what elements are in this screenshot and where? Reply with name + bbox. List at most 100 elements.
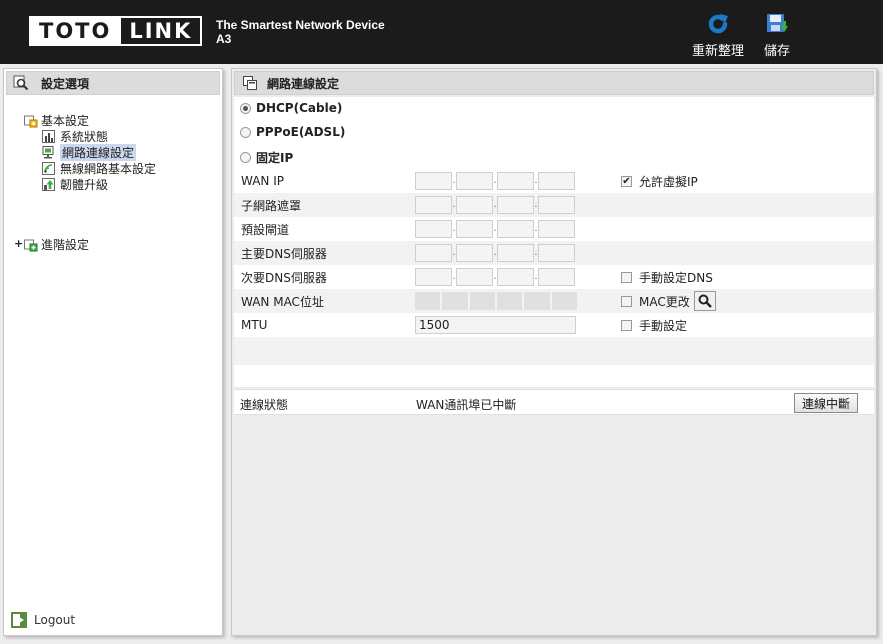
mode-pppoe-radio[interactable]: PPPoE(ADSL) [240,125,345,139]
network-icon [42,146,54,159]
ip-octet-field[interactable] [538,196,575,214]
sidebar-item-network-settings[interactable]: 網路連線設定 [42,144,137,161]
wan-mac-input [415,292,579,310]
secondary-dns-label: 次要DNS伺服器 [241,270,327,285]
tree-advanced-settings[interactable]: 進階設定 [24,237,89,252]
mac-change-checkbox[interactable]: MAC更改 [621,291,716,311]
manual-mtu-checkbox[interactable]: 手動設定 [621,317,687,334]
wan-ip-input: . . . [415,172,575,190]
ip-octet-field[interactable] [497,244,534,262]
wan-mac-label: WAN MAC位址 [241,294,324,309]
sidebar-item-label: 無線網路基本設定 [60,162,157,176]
checkbox-checked-icon: ✔ [621,175,632,187]
sidebar-item-label: 韌體升級 [60,178,109,192]
top-header: TOTO LINK The Smartest Network Device A3… [0,0,883,64]
radio-dot-selected [240,102,251,114]
ip-octet-field[interactable] [538,268,575,286]
wireless-icon [42,162,55,175]
ip-octet-field[interactable] [415,196,452,214]
mac-segment-field[interactable] [551,292,579,310]
mtu-label: MTU [241,318,268,332]
page-title: 網路連線設定 [267,76,340,91]
tree-basic-label: 基本設定 [41,114,90,128]
model-name: A3 [216,32,232,46]
logout-button[interactable]: Logout [10,611,75,629]
primary-dns-row: 主要DNS伺服器 . . . [234,241,874,265]
main-panel: 網路連線設定 DHCP(Cable) PPPoE(ADSL) 固定IP WAN … [231,68,877,636]
mac-segment-field[interactable] [524,292,552,310]
ip-octet-field[interactable] [538,244,575,262]
sidebar-item-system-status[interactable]: 系統狀態 [42,129,108,144]
gateway-row: 預設閘道 . . . [234,217,874,241]
logout-label: Logout [34,613,76,627]
gateway-input: . . . [415,220,575,238]
mac-segment-field[interactable] [415,292,443,310]
ip-octet-field[interactable] [415,172,452,190]
option-label: MAC更改 [639,294,690,309]
option-label: 手動設定 [639,318,688,333]
header-tagline: The Smartest Network Device A3 [216,18,385,46]
ip-octet-field[interactable] [456,220,493,238]
ip-octet-field[interactable] [456,268,493,286]
ip-octet-field[interactable] [538,172,575,190]
ip-octet-field[interactable] [497,172,534,190]
ip-octet-field[interactable] [456,244,493,262]
radio-dot [240,126,251,138]
spacer-row [234,337,874,365]
network-settings-form: DHCP(Cable) PPPoE(ADSL) 固定IP WAN IP . . … [234,97,874,415]
mode-dhcp-radio[interactable]: DHCP(Cable) [240,101,342,115]
ip-octet-field[interactable] [538,220,575,238]
chart-icon [42,130,55,143]
ip-octet-field[interactable] [456,172,493,190]
tree-basic-settings[interactable]: 基本設定 [24,113,89,128]
wan-mac-row: WAN MAC位址 MAC更改 [234,289,874,313]
logout-icon [11,612,27,628]
mac-segment-field[interactable] [442,292,470,310]
ip-octet-field[interactable] [415,220,452,238]
connection-status-row: 連線狀態 WAN通訊埠已中斷 連線中斷 [234,389,874,415]
mtu-input[interactable]: 1500 [415,316,576,334]
primary-dns-input: . . . [415,244,575,262]
connection-status-label: 連線狀態 [240,398,289,412]
tagline-text: The Smartest Network Device [216,18,385,32]
subnet-row: 子網路遮罩 . . . [234,193,874,217]
subnet-label: 子網路遮罩 [241,198,302,213]
ip-octet-field[interactable] [415,268,452,286]
refresh-button[interactable]: 重新整理 [689,12,747,59]
folder-plus-icon [24,239,38,251]
mtu-row: MTU 1500 手動設定 [234,313,874,337]
expand-toggle-icon[interactable]: + [14,237,23,250]
checkbox-icon [621,295,632,307]
search-icon [698,294,712,308]
ip-octet-field[interactable] [497,220,534,238]
radio-dot [240,152,251,163]
mode-static-ip-radio[interactable]: 固定IP [240,149,293,166]
wan-ip-label: WAN IP [241,174,284,188]
option-label: 手動設定DNS [639,270,713,285]
mac-search-button[interactable] [693,291,716,311]
mode-label: DHCP(Cable) [256,101,343,115]
mac-segment-field[interactable] [496,292,525,310]
save-button[interactable]: 儲存 [759,12,795,59]
gateway-label: 預設閘道 [241,222,290,237]
sidebar-item-wireless-basic[interactable]: 無線網路基本設定 [42,161,156,176]
sidebar-item-label: 網路連線設定 [60,144,137,161]
manual-dns-checkbox[interactable]: 手動設定DNS [621,269,713,286]
allow-virtual-ip-checkbox[interactable]: ✔ 允許虛擬IP [621,173,698,190]
subnet-input: . . . [415,196,575,214]
logo-left-text: TOTO [31,18,120,44]
sidebar-item-firmware-upgrade[interactable]: 韌體升級 [42,177,108,192]
ip-octet-field[interactable] [415,244,452,262]
ip-octet-field[interactable] [497,196,534,214]
mode-label: 固定IP [256,151,294,165]
mac-segment-field[interactable] [469,292,497,310]
sidebar: 設定選項 基本設定 系統狀態 網路連線設定 無線網路基本設定 韌體升級 + 進階… [3,68,223,636]
ip-octet-field[interactable] [497,268,534,286]
ip-octet-field[interactable] [456,196,493,214]
disconnect-button[interactable]: 連線中斷 [794,393,858,413]
checkbox-icon [621,271,632,283]
refresh-icon [708,14,728,34]
primary-dns-label: 主要DNS伺服器 [241,246,327,261]
checkbox-icon [621,319,632,331]
magnifier-settings-icon [13,75,29,91]
